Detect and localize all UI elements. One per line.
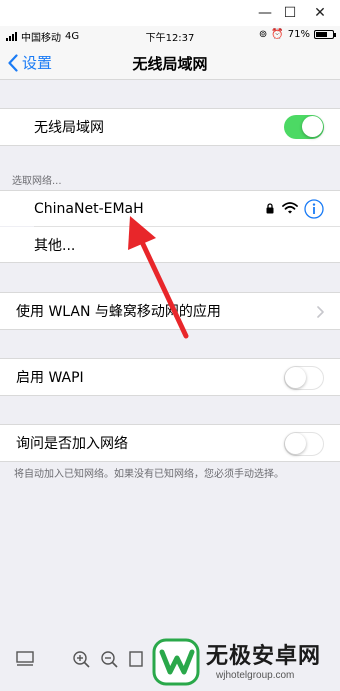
info-icon[interactable] bbox=[304, 199, 324, 219]
wifi-label: 无线局域网 bbox=[34, 120, 104, 136]
watermark-name: 无极安卓网 bbox=[206, 644, 322, 669]
wifi-signal-icon bbox=[282, 202, 298, 214]
emulator-title-bar: — ☐ ✕ bbox=[0, 0, 340, 26]
battery-icon bbox=[314, 30, 336, 39]
wapi-row: 启用 WAPI bbox=[0, 358, 340, 396]
watermark-logo: 无极安卓网 wjhotelgroup.com bbox=[152, 636, 338, 688]
choose-network-header: 选取网络... bbox=[12, 176, 62, 187]
lock-icon bbox=[266, 203, 274, 214]
watermark-url: wjhotelgroup.com bbox=[216, 670, 295, 681]
alarm-icon: ⏰ bbox=[271, 29, 284, 40]
other-network-label: 其他... bbox=[34, 237, 76, 254]
lock-rotation-icon: ⊚ bbox=[258, 29, 268, 40]
close-button[interactable]: ✕ bbox=[309, 4, 331, 22]
layout-icon[interactable] bbox=[16, 650, 34, 668]
annotation-arrow-icon bbox=[128, 216, 189, 339]
battery-percent: 71% bbox=[287, 29, 310, 40]
ask-join-label: 询问是否加入网络 bbox=[16, 436, 128, 452]
ask-join-toggle[interactable] bbox=[284, 432, 324, 456]
chevron-right-icon bbox=[317, 306, 324, 318]
navigation-bar: 设置 无线局域网 bbox=[0, 44, 340, 80]
wapi-label: 启用 WAPI bbox=[16, 370, 84, 386]
fit-screen-icon[interactable] bbox=[128, 650, 146, 668]
wifi-row: 无线局域网 bbox=[0, 108, 340, 146]
brand-logo-icon bbox=[152, 638, 200, 686]
maximize-button[interactable]: ☐ bbox=[279, 4, 301, 22]
status-bar: 中国移动 4G 下午12:37 ⊚ ⏰ 71% bbox=[0, 26, 340, 44]
wapi-toggle[interactable] bbox=[284, 366, 324, 390]
wifi-toggle[interactable] bbox=[284, 115, 324, 139]
zoom-out-icon[interactable] bbox=[100, 650, 118, 668]
minimize-button[interactable]: — bbox=[254, 4, 276, 22]
page-title: 无线局域网 bbox=[132, 55, 208, 73]
zoom-in-icon[interactable] bbox=[72, 650, 90, 668]
ask-join-row: 询问是否加入网络 bbox=[0, 424, 340, 462]
ask-join-note: 将自动加入已知网络。如果没有已知网络，您必须手动选择。 bbox=[14, 469, 284, 480]
